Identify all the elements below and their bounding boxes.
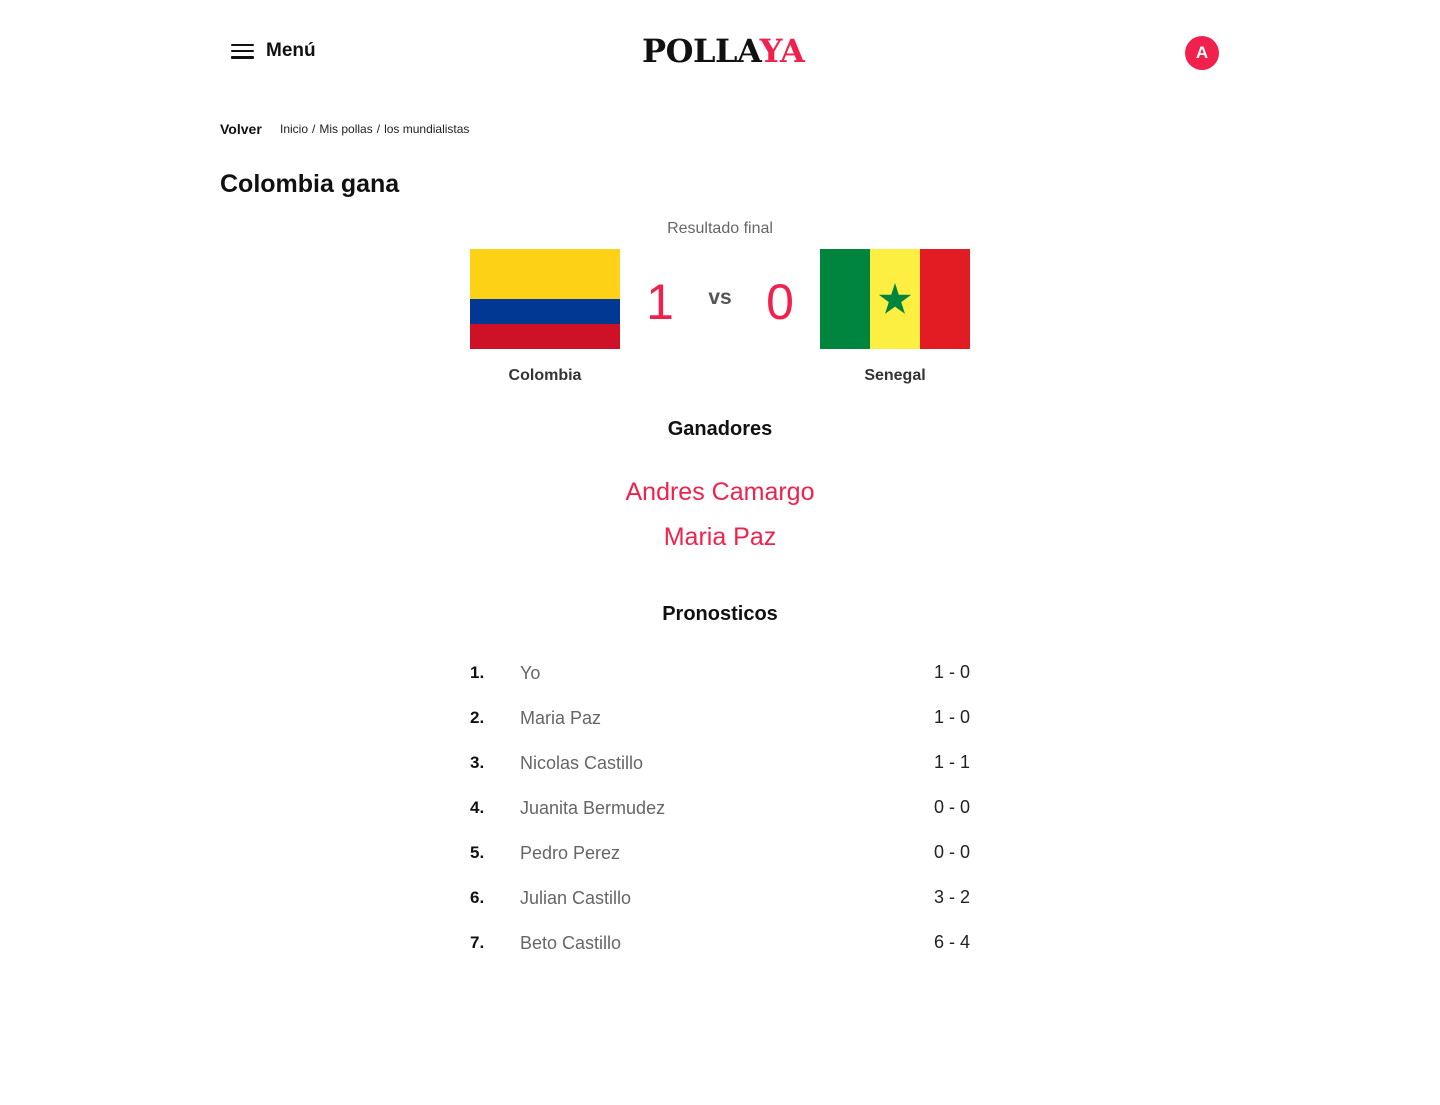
prediction-name: Pedro Perez [520, 843, 621, 863]
prediction-row: 1. Yo 1 - 0 [470, 651, 970, 696]
winners-heading: Ganadores [667, 418, 773, 440]
prediction-rank: 2. [470, 708, 485, 727]
prediction-score: 1 - 1 [933, 752, 970, 772]
user-avatar[interactable]: A [1185, 36, 1219, 70]
logo-text-ya: YA [759, 32, 805, 70]
senegal-flag-icon [820, 249, 970, 349]
breadcrumb-separator: / [376, 122, 381, 136]
prediction-name: Yo [520, 663, 541, 683]
pollaya-logo[interactable]: POLLAYA [642, 30, 805, 72]
prediction-score: 0 - 0 [933, 842, 970, 862]
logo-text-polla: POLLA [642, 32, 760, 70]
breadcrumb: Inicio / Mis pollas / los mundialistas [280, 122, 469, 136]
page-title: Colombia gana [220, 170, 400, 198]
home-team-name: Colombia [508, 367, 582, 384]
colombia-flag-icon [470, 249, 620, 349]
home-score: 1 [646, 274, 674, 330]
match-status: Resultado final [667, 220, 773, 237]
prediction-row: 6. Julian Castillo 3 - 2 [470, 876, 970, 921]
menu-button[interactable]: Menú [231, 40, 316, 62]
prediction-row: 3. Nicolas Castillo 1 - 1 [470, 741, 970, 786]
prediction-name: Nicolas Castillo [520, 753, 644, 773]
prediction-row: 2. Maria Paz 1 - 0 [470, 696, 970, 741]
prediction-row: 7. Beto Castillo 6 - 4 [470, 921, 970, 966]
away-score: 0 [766, 274, 794, 330]
prediction-score: 0 - 0 [933, 797, 970, 817]
prediction-rank: 7. [470, 933, 485, 952]
winner-name: Maria Paz [663, 523, 777, 551]
breadcrumb-separator: / [312, 122, 316, 136]
prediction-name: Beto Castillo [520, 933, 622, 953]
prediction-name: Juanita Bermudez [520, 798, 666, 818]
hamburger-icon [231, 43, 254, 59]
prediction-row: 5. Pedro Perez 0 - 0 [470, 831, 970, 876]
prediction-name: Julian Castillo [520, 888, 632, 908]
prediction-name: Maria Paz [520, 708, 602, 728]
winners-list: Andres Camargo Maria Paz [470, 470, 970, 560]
prediction-rank: 6. [470, 888, 485, 907]
prediction-rank: 3. [470, 753, 485, 772]
away-team-name: Senegal [864, 367, 926, 384]
prediction-score: 1 - 0 [933, 707, 970, 727]
breadcrumb-item-mis-pollas[interactable]: Mis pollas [319, 122, 372, 136]
prediction-rank: 5. [470, 843, 485, 862]
prediction-rank: 1. [470, 663, 485, 682]
breadcrumb-item-inicio[interactable]: Inicio [280, 122, 308, 136]
prediction-score: 6 - 4 [933, 932, 970, 952]
predictions-list: 1. Yo 1 - 0 2. Maria Paz 1 - 0 3. Nicola… [470, 651, 970, 966]
prediction-score: 3 - 2 [933, 887, 970, 907]
back-link[interactable]: Volver [220, 121, 262, 137]
menu-label: Menú [266, 40, 316, 61]
winner-name: Andres Camargo [625, 478, 815, 506]
vs-label: vs [708, 286, 732, 309]
breadcrumb-item-los-mundialistas[interactable]: los mundialistas [384, 122, 469, 136]
prediction-rank: 4. [470, 798, 485, 817]
prediction-row: 4. Juanita Bermudez 0 - 0 [470, 786, 970, 831]
prediction-score: 1 - 0 [933, 662, 970, 682]
predictions-heading: Pronosticos [662, 603, 778, 625]
